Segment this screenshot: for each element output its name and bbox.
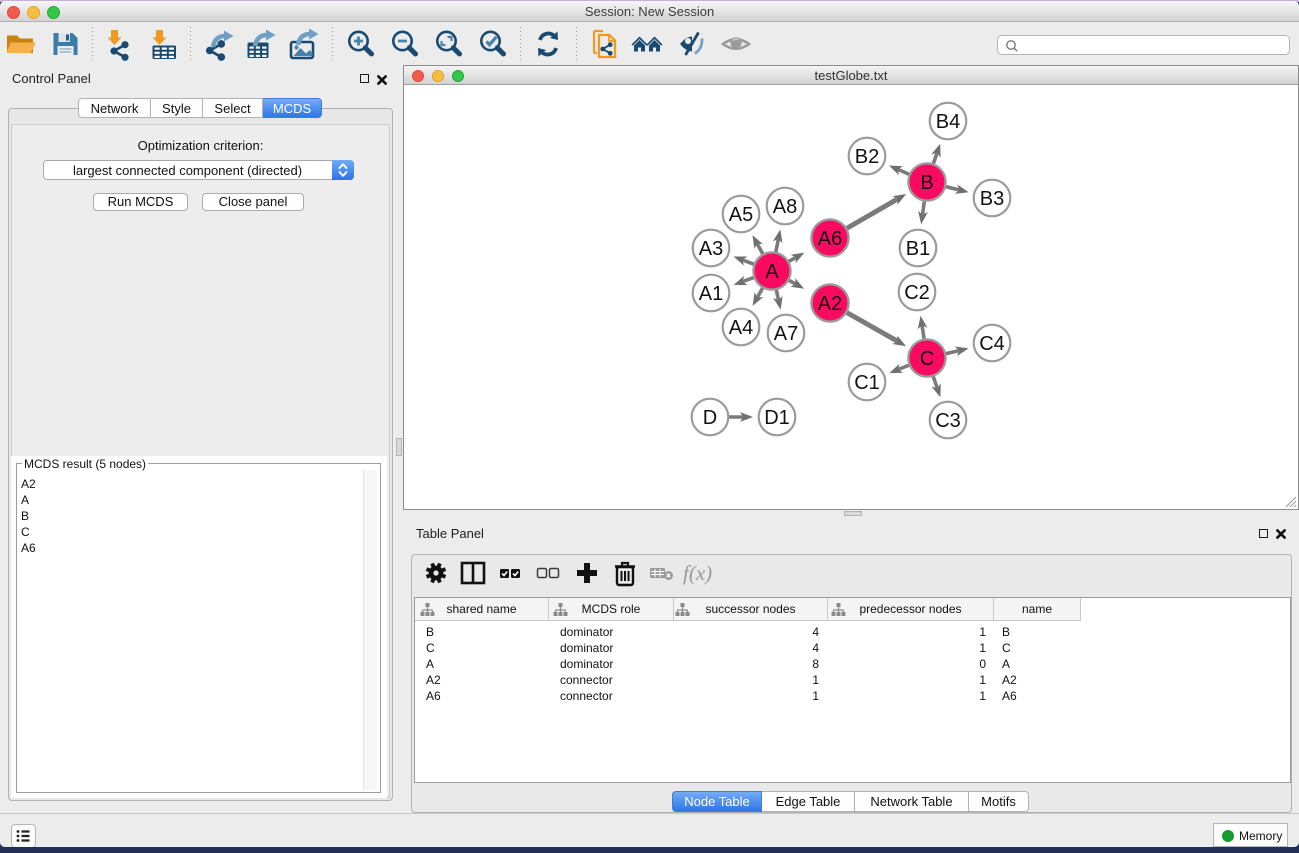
svg-text:A7: A7 <box>774 323 798 345</box>
svg-text:B2: B2 <box>855 146 879 168</box>
svg-text:C2: C2 <box>904 282 930 304</box>
svg-text:A4: A4 <box>729 317 753 339</box>
svg-text:A8: A8 <box>773 196 797 218</box>
svg-text:B1: B1 <box>906 238 930 260</box>
svg-text:D: D <box>703 407 717 429</box>
svg-text:B4: B4 <box>936 111 960 133</box>
svg-text:A3: A3 <box>699 238 723 260</box>
svg-text:D1: D1 <box>764 407 790 429</box>
svg-text:A: A <box>765 261 779 283</box>
svg-text:A5: A5 <box>729 204 753 226</box>
svg-text:B3: B3 <box>980 188 1004 210</box>
svg-text:C3: C3 <box>935 410 961 432</box>
svg-text:C1: C1 <box>854 372 880 394</box>
svg-text:A1: A1 <box>699 283 723 305</box>
svg-text:B: B <box>920 172 933 194</box>
svg-text:A6: A6 <box>818 228 842 250</box>
svg-text:C: C <box>920 348 934 370</box>
svg-text:C4: C4 <box>979 333 1005 355</box>
svg-text:A2: A2 <box>818 293 842 315</box>
